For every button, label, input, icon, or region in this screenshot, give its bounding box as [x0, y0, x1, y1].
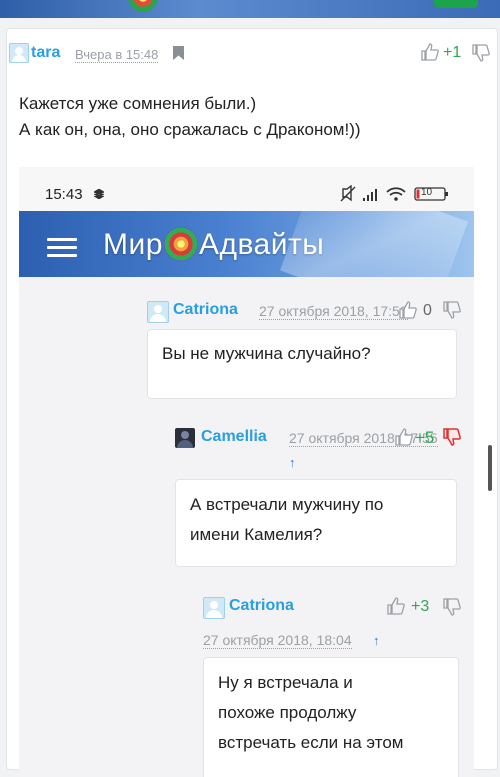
site-logo-text-right: Адвайты	[198, 228, 325, 261]
parent-link[interactable]: ↑	[289, 455, 296, 470]
thumbs-up-icon[interactable]	[399, 301, 417, 319]
reply-text-line: встречать если на этом	[218, 733, 404, 752]
site-logo-mandala	[128, 0, 158, 12]
avatar[interactable]	[203, 597, 225, 619]
green-action-button[interactable]	[434, 0, 478, 8]
attached-screenshot[interactable]: 15:43 10 Мир Адвайты Catriona 27 октября …	[19, 167, 474, 777]
reply-author[interactable]: Catriona	[173, 301, 238, 319]
status-time: 15:43	[45, 186, 83, 203]
comment-text-line: А как он, она, оно сражалась с Драконом!…	[19, 120, 361, 139]
reply-author[interactable]: Camellia	[201, 428, 267, 446]
reply-text-line: А встречали мужчину по	[190, 495, 384, 514]
menu-icon[interactable]	[47, 238, 77, 258]
avatar[interactable]	[175, 428, 195, 448]
thumbs-down-icon[interactable]	[443, 301, 461, 319]
phone-status-bar: 15:43 10	[19, 167, 474, 211]
reply-body: А встречали мужчину по имени Камелия?	[175, 479, 457, 567]
mandala-icon	[163, 227, 198, 261]
wifi-icon	[386, 187, 406, 201]
top-banner	[0, 0, 500, 18]
vote-count: +5	[415, 428, 435, 447]
thumbs-down-icon[interactable]	[443, 428, 461, 446]
vote-count: 0	[423, 302, 432, 319]
thumbs-up-icon[interactable]	[421, 43, 439, 61]
comment-time[interactable]: Вчера в 15:48	[75, 47, 159, 63]
reply-text-line: имени Камелия?	[190, 525, 323, 544]
comment-header: tara Вчера в 15:48 +1	[7, 29, 497, 75]
reply-time[interactable]: 27 октября 2018, 17:59	[259, 303, 408, 320]
status-icons	[340, 185, 448, 202]
scrollbar[interactable]	[488, 445, 492, 491]
reply-author[interactable]: Catriona	[229, 597, 294, 615]
reply-body: Вы не мужчина случайно?	[147, 329, 457, 399]
layers-icon	[94, 189, 104, 199]
site-header: Мир Адвайты	[19, 211, 474, 277]
thumbs-up-icon[interactable]	[395, 428, 413, 446]
mute-icon	[340, 185, 356, 202]
comment-card: tara Вчера в 15:48 +1 Кажется уже сомнен…	[6, 28, 498, 777]
bookmark-icon[interactable]	[173, 46, 184, 60]
vote-count: +1	[443, 44, 462, 61]
reply-text-line: Ну я встречала и	[218, 673, 353, 692]
comment-text: Кажется уже сомнения были.) А как он, он…	[19, 91, 361, 143]
avatar[interactable]	[9, 43, 29, 63]
reply-time[interactable]: 27 октября 2018, 18:04	[203, 632, 352, 649]
site-logo[interactable]: Мир Адвайты	[103, 227, 324, 262]
reply-text-line: похоже продолжу	[218, 703, 357, 722]
thumbs-up-icon[interactable]	[387, 597, 405, 615]
avatar[interactable]	[147, 301, 169, 323]
thumbs-down-icon[interactable]	[472, 44, 490, 62]
site-logo-text-left: Мир	[103, 228, 163, 261]
signal-icon	[363, 189, 377, 201]
thumbs-down-icon[interactable]	[443, 598, 461, 616]
battery-level: 10	[421, 187, 433, 198]
parent-link[interactable]: ↑	[373, 633, 380, 648]
reply-body: Ну я встречала и похоже продолжу встреча…	[203, 657, 459, 777]
vote-count: +3	[411, 598, 430, 615]
comment-text-line: Кажется уже сомнения были.)	[19, 94, 257, 113]
comment-author[interactable]: tara	[31, 44, 60, 62]
